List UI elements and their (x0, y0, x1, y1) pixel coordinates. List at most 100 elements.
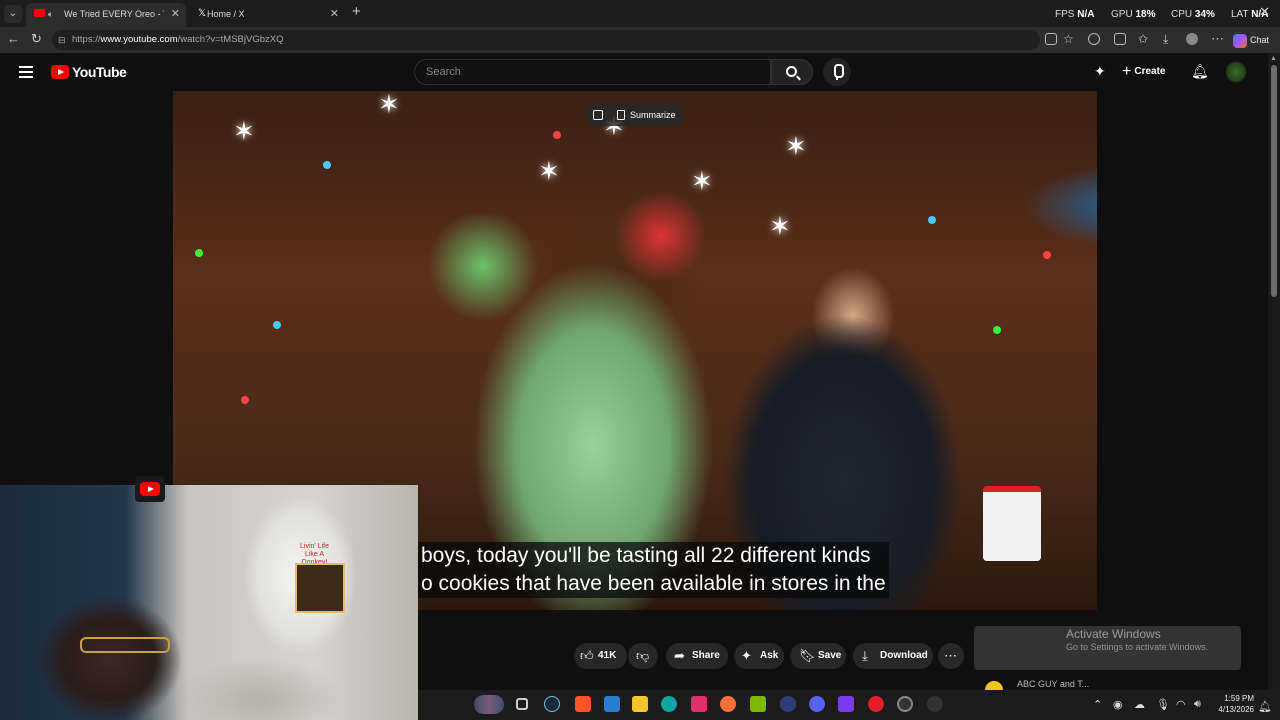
obs-icon[interactable] (897, 696, 913, 712)
decor-light (195, 249, 203, 257)
windows-taskbar: ⌃ ◉ ☁ 🎙︎ ◠ 🔊︎ (418, 690, 1280, 720)
refresh-icon[interactable]: ↻ (31, 31, 42, 47)
tab-x-home[interactable]: 𝕏 Home / X ✕ (190, 3, 345, 27)
account-avatar[interactable] (1226, 62, 1246, 82)
menu-icon[interactable] (19, 66, 33, 78)
back-icon[interactable]: ← (7, 31, 20, 46)
extension-icon[interactable] (1088, 33, 1100, 45)
decor-light (241, 396, 249, 404)
summarize-button[interactable]: Summarize (587, 104, 683, 126)
gpu-readout: GPU 18% (1111, 9, 1156, 20)
notifications-bell-icon[interactable]: 🔔︎ (1191, 63, 1209, 80)
firefox-icon[interactable] (720, 696, 736, 712)
browser-tab-bar: ⌄ 🔈︎ We Tried EVERY Oreo - YouTu ✕ 𝕏 Hom… (0, 0, 1280, 27)
favorite-star-icon[interactable]: ☆ (1063, 32, 1074, 46)
search-input[interactable]: Search (414, 59, 771, 85)
nvidia-icon[interactable] (750, 696, 766, 712)
miniplayer-icon[interactable] (593, 110, 603, 120)
notepad-icon[interactable] (604, 696, 620, 712)
scroll-up-icon[interactable]: ▲ (1270, 55, 1277, 62)
browser-essentials-icon[interactable] (1114, 33, 1126, 45)
shirt-graphic (295, 563, 345, 613)
close-tab-icon[interactable]: ✕ (171, 3, 180, 25)
tray-volume-icon[interactable]: 🔊︎ (1194, 698, 1201, 711)
steam-icon[interactable] (544, 696, 560, 712)
close-tab-icon[interactable]: ✕ (330, 3, 339, 25)
app-icon[interactable] (927, 696, 943, 712)
more-options-icon[interactable]: ⋯ (1211, 31, 1224, 47)
activate-windows-watermark: Activate Windows Go to Settings to activ… (974, 626, 1241, 670)
decor-light (553, 131, 561, 139)
video-captions: boys, today you'll be tasting all 22 dif… (418, 542, 889, 598)
create-button[interactable]: + Create (1122, 63, 1165, 81)
webcam-overlay: Livin' LifeLike ADonkey! (0, 485, 418, 720)
voice-search-button[interactable] (823, 58, 851, 86)
recorder-icon[interactable] (868, 696, 884, 712)
search-button[interactable] (771, 59, 813, 85)
notification-center-icon[interactable]: 🔔︎ (1258, 700, 1272, 713)
caption-line: o cookies that have been available in st… (421, 572, 886, 595)
ask-button[interactable]: ✦ Ask (734, 643, 784, 669)
edge-icon[interactable] (661, 696, 677, 712)
decor-star: ✶ (233, 116, 255, 146)
copilot-chat-button[interactable]: Chat (1233, 31, 1269, 49)
speaker-icon[interactable]: 🔈︎ (48, 3, 53, 25)
save-button[interactable]: 🔖︎ Save (790, 643, 846, 669)
tray-overflow-icon[interactable]: ⌃ (1093, 698, 1102, 711)
tray-steam-icon[interactable]: ◉ (1113, 698, 1123, 711)
favorites-icon[interactable]: ✩ (1138, 32, 1148, 46)
address-bar-row: ← ↻ ⊟ https://www.youtube.com/watch?v=tMS… (0, 27, 1280, 53)
channel-avatar (985, 681, 1003, 690)
share-icon: ➦ (674, 648, 685, 663)
scrollbar-thumb[interactable] (1271, 65, 1277, 297)
summary-icon (617, 110, 625, 120)
search-icon (786, 66, 797, 77)
brave-icon[interactable] (575, 696, 591, 712)
profile-avatar[interactable] (1186, 33, 1198, 45)
apps-icon[interactable] (1045, 33, 1057, 45)
more-actions-button[interactable]: ⋯ (938, 643, 964, 669)
tab-youtube[interactable]: 🔈︎ We Tried EVERY Oreo - YouTu ✕ (26, 3, 186, 27)
share-button[interactable]: ➦ Share (666, 643, 728, 669)
taskbar-clock[interactable]: 1:59 PM 4/13/2026 (1214, 693, 1254, 715)
premium-icon[interactable]: ✦ (1094, 63, 1106, 80)
dislike-button[interactable]: 👎︎ (628, 643, 658, 669)
decor-star: ✶ (538, 156, 560, 186)
recommended-video-item[interactable]: ABC GUY and T... (985, 679, 1225, 690)
tray-wifi-icon[interactable]: ◠ (1176, 698, 1186, 711)
tab-actions-menu-icon[interactable]: ⌄ (4, 5, 22, 23)
decor-light (1043, 251, 1051, 259)
decor-star: ✶ (769, 211, 791, 241)
thumbs-up-icon: 👍︎ (580, 648, 594, 663)
app-icon[interactable] (780, 696, 796, 712)
task-view-icon[interactable] (516, 698, 528, 710)
taskbar-search-widget[interactable] (474, 695, 504, 714)
url-field[interactable]: ⊟ https://www.youtube.com/watch?v=tMSBjVG… (52, 30, 1040, 50)
youtube-header: YouTube Search ✦ + Create 🔔︎ (0, 53, 1268, 91)
tab-title: Home / X (207, 9, 245, 19)
decor-light (993, 326, 1001, 334)
tray-network-cloud-icon[interactable]: ☁ (1134, 698, 1145, 711)
decor-light (273, 321, 281, 329)
window-close-icon[interactable]: ✕ (1259, 4, 1270, 20)
tray-microphone-icon[interactable]: 🎙︎ (1156, 698, 1170, 711)
page-scrollbar[interactable]: ▲ (1268, 53, 1280, 690)
like-button[interactable]: 👍︎ 41K (574, 643, 627, 669)
tab-title: We Tried EVERY Oreo - YouTu (64, 9, 164, 19)
webcam-person (80, 637, 170, 653)
site-info-icon[interactable]: ⊟ (58, 30, 66, 50)
tiktok-icon[interactable] (691, 696, 707, 712)
more-horizontal-icon: ⋯ (944, 648, 957, 663)
decor-star: ✶ (378, 91, 400, 119)
discord-icon[interactable] (809, 696, 825, 712)
download-button[interactable]: ⤓ Download (853, 643, 933, 669)
youtube-play-icon (140, 482, 160, 496)
new-tab-icon[interactable]: + (352, 3, 361, 20)
app-grid-icon[interactable] (838, 696, 854, 712)
file-explorer-icon[interactable] (632, 696, 648, 712)
decor-star: ✶ (691, 166, 713, 196)
caption-line: boys, today you'll be tasting all 22 dif… (421, 544, 871, 567)
downloads-icon[interactable]: ⤓ (1163, 32, 1168, 47)
copilot-icon (1233, 33, 1247, 48)
webcam-youtube-badge (135, 476, 165, 502)
